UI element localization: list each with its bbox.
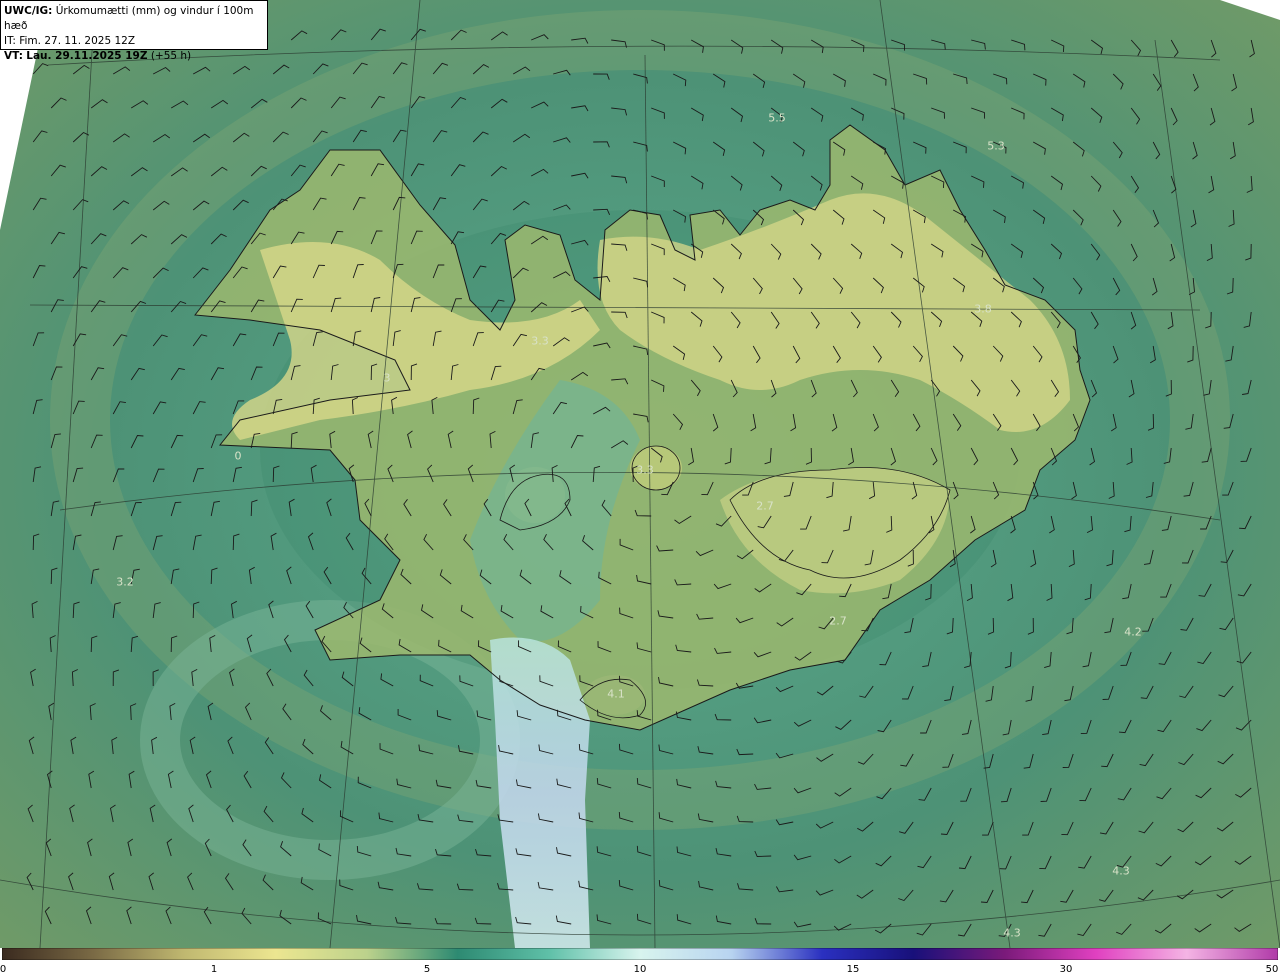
valid-time: Lau. 29.11.2025 19Z	[26, 50, 148, 62]
value-label: 3.3	[531, 334, 549, 348]
colorbar-tick: 30	[1059, 964, 1073, 975]
value-label: 4.3	[1112, 864, 1130, 878]
colorbar-tick: 5	[423, 964, 431, 975]
value-label: 3.8	[974, 302, 992, 316]
model-name: UWC/IG:	[4, 5, 53, 17]
value-label: 4.1	[607, 687, 625, 701]
init-time: IT: Fim. 27. 11. 2025 12Z	[4, 35, 136, 47]
colorbar-tick: 0	[0, 964, 7, 975]
colorbar-tick: 10	[633, 964, 647, 975]
value-label: 3.2	[116, 575, 134, 589]
info-box: UWC/IG: Úrkomumætti (mm) og vindur í 100…	[0, 0, 268, 62]
value-label: 4.3	[1003, 926, 1021, 940]
colorbar	[2, 948, 1278, 960]
forecast-hour: (+55 h)	[150, 50, 192, 62]
colorbar-tick: 50	[1265, 964, 1279, 975]
value-label: 3	[383, 371, 391, 385]
value-label: 0	[234, 449, 242, 463]
valid-time-prefix: VT:	[4, 50, 23, 62]
value-label: 4.2	[1124, 625, 1142, 639]
value-label: 2.7	[756, 499, 774, 513]
value-label: 3.3	[636, 463, 654, 477]
value-label: 5.5	[768, 111, 786, 125]
colorbar-tick: 1	[210, 964, 218, 975]
value-label: 2.7	[829, 614, 847, 628]
value-label: 5.3	[987, 139, 1005, 153]
colorbar-tick: 15	[846, 964, 860, 975]
